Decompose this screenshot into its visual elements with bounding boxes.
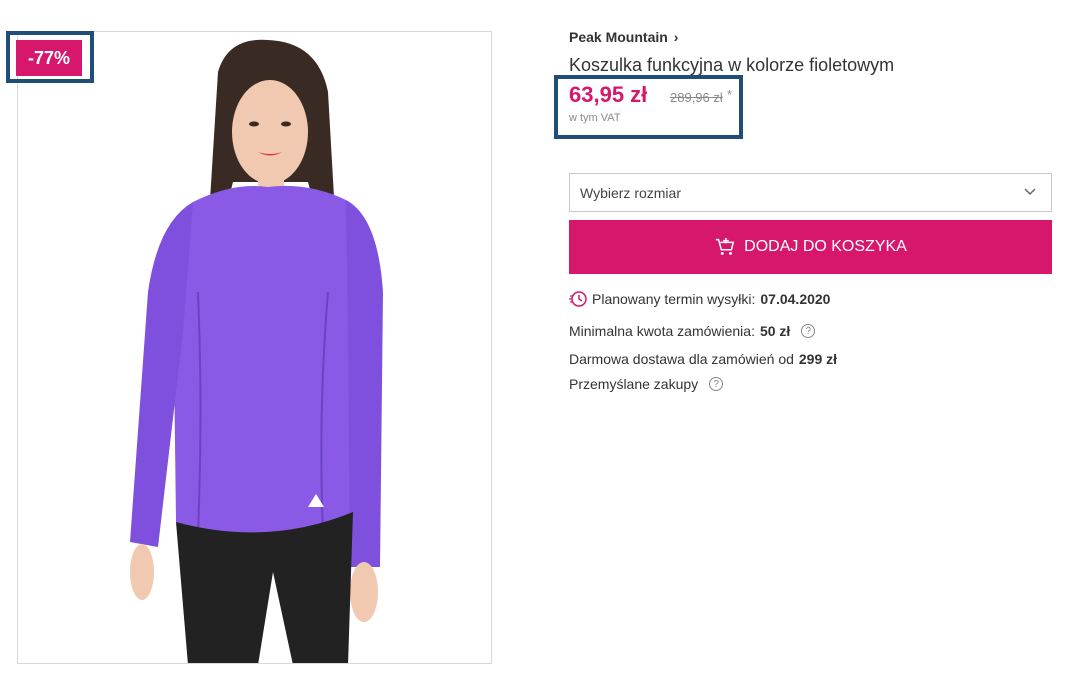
size-select-placeholder: Wybierz rozmiar bbox=[580, 184, 681, 201]
product-image[interactable] bbox=[17, 31, 492, 664]
chevron-down-icon bbox=[1024, 188, 1036, 196]
product-title: Koszulka funkcyjna w kolorze fioletowym bbox=[569, 55, 895, 75]
brand-label: Peak Mountain bbox=[569, 29, 668, 45]
discount-badge: -77% bbox=[16, 40, 82, 76]
help-icon[interactable]: ? bbox=[801, 324, 816, 338]
old-price: 289,96 zł bbox=[670, 90, 723, 105]
shipping-label: Planowany termin wysyłki: bbox=[592, 291, 756, 307]
brand-link[interactable]: Peak Mountain › bbox=[569, 29, 678, 45]
smart-shopping-row: Przemyślane zakupy ? bbox=[569, 376, 724, 392]
free-shipping-row: Darmowa dostawa dla zamówień od 299 zł bbox=[569, 351, 837, 367]
shipping-date: 07.04.2020 bbox=[760, 291, 831, 307]
chevron-right-icon: › bbox=[673, 29, 679, 45]
clock-shipping-icon bbox=[569, 291, 587, 307]
current-price: 63,95 zł bbox=[569, 82, 648, 107]
min-order-value: 50 zł bbox=[759, 323, 791, 339]
add-to-cart-button[interactable]: DODAJ DO KOSZYKA bbox=[569, 220, 1052, 274]
min-order-row: Minimalna kwota zamówienia: 50 zł ? bbox=[569, 323, 816, 339]
add-to-cart-label: DODAJ DO KOSZYKA bbox=[744, 238, 907, 255]
vat-note: w tym VAT bbox=[569, 112, 621, 124]
shipping-info-row: Planowany termin wysyłki: 07.04.2020 bbox=[569, 290, 830, 308]
smart-shopping-label: Przemyślane zakupy bbox=[569, 376, 699, 392]
size-select[interactable]: Wybierz rozmiar bbox=[569, 173, 1052, 212]
free-shipping-value: 299 zł bbox=[798, 351, 838, 367]
old-price-marker: * bbox=[727, 87, 733, 102]
product-photo bbox=[130, 39, 383, 663]
free-shipping-label: Darmowa dostawa dla zamówień od bbox=[569, 351, 794, 367]
cart-plus-icon bbox=[715, 237, 735, 255]
min-order-label: Minimalna kwota zamówienia: bbox=[569, 323, 755, 339]
help-icon[interactable]: ? bbox=[709, 377, 724, 391]
